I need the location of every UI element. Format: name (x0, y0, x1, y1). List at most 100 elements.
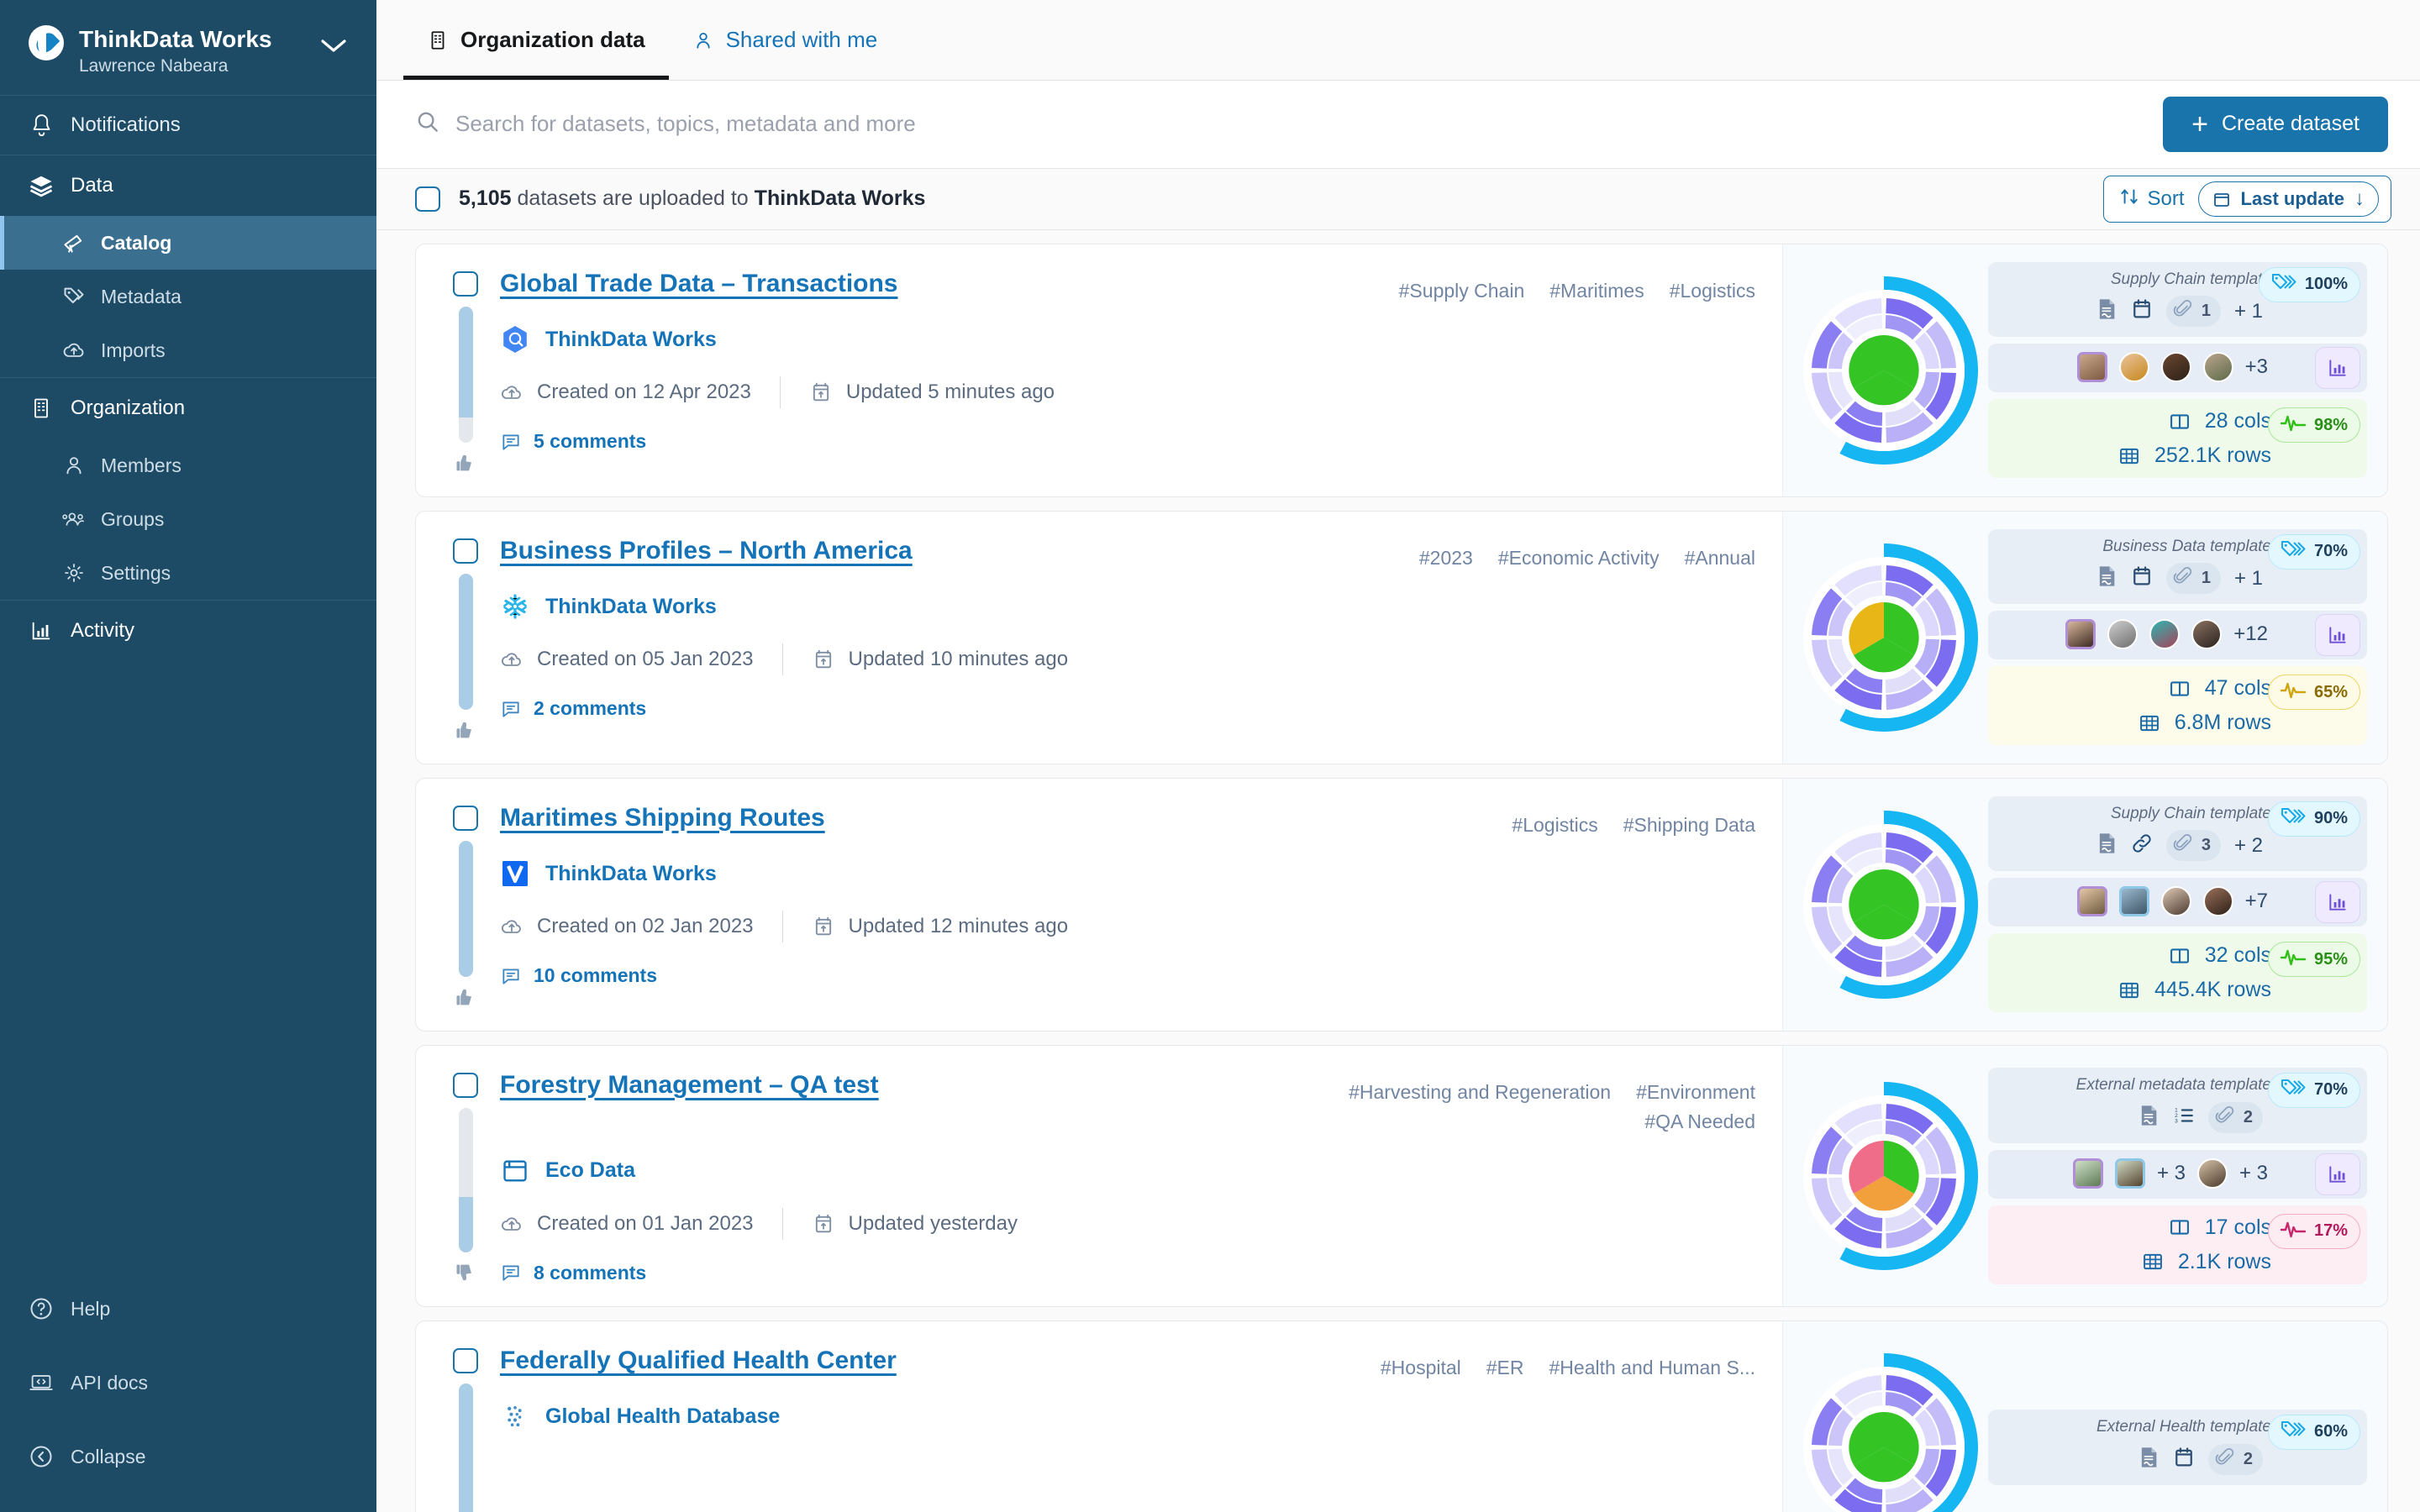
dataset-card[interactable]: Maritimes Shipping Routes #Logistics #Shi… (415, 777, 2388, 1032)
avatar[interactable] (2202, 886, 2233, 917)
comments-row[interactable]: 8 comments (500, 1262, 1782, 1284)
avatar[interactable] (2072, 1158, 2103, 1189)
template-completeness-badge[interactable]: 100% (2258, 266, 2360, 302)
dataset-tag[interactable]: #2023 (1419, 543, 1473, 574)
dataset-tag[interactable]: #ER (1486, 1353, 1524, 1383)
comments-row[interactable]: 10 comments (500, 964, 1782, 987)
dataset-list[interactable]: Global Trade Data – Transactions #Supply… (376, 229, 2420, 1512)
avatar[interactable] (2196, 1158, 2228, 1189)
avatar[interactable] (2107, 619, 2139, 650)
dataset-title-link[interactable]: Global Trade Data – Transactions (500, 270, 898, 298)
avatar-overflow-count[interactable]: + 3 (2157, 1162, 2186, 1185)
rating-bar[interactable] (458, 306, 473, 443)
chevron-down-icon[interactable] (321, 39, 346, 58)
create-dataset-button[interactable]: + Create dataset (2163, 96, 2388, 152)
sidebar-item-imports[interactable]: Imports (0, 323, 376, 377)
dataset-tag[interactable]: #Annual (1685, 543, 1755, 574)
avatar-overflow-count-2[interactable]: + 3 (2239, 1162, 2268, 1185)
dataset-card[interactable]: Federally Qualified Health Center #Hospi… (415, 1320, 2388, 1512)
health-badge[interactable]: 17% (2267, 1213, 2360, 1249)
dataset-checkbox[interactable] (453, 270, 478, 297)
avatar[interactable] (2076, 886, 2107, 917)
tab-organization-data[interactable]: Organization data (403, 0, 669, 80)
rating-bar[interactable] (458, 1383, 473, 1512)
thumbs-up-icon[interactable] (454, 718, 477, 742)
comments-row[interactable]: 5 comments (500, 430, 1782, 453)
avatar[interactable] (2076, 352, 2107, 383)
sidebar-item-notifications[interactable]: Notifications (0, 96, 376, 155)
dataset-source-row[interactable]: ThinkData Works (500, 858, 1782, 889)
template-completeness-badge[interactable]: 70% (2267, 1072, 2360, 1108)
avatar[interactable] (2118, 886, 2149, 917)
template-completeness-badge[interactable]: 90% (2267, 801, 2360, 837)
dataset-checkbox[interactable] (453, 538, 478, 564)
avatar[interactable] (2191, 619, 2223, 650)
search-input[interactable] (455, 111, 2164, 138)
sidebar-item-activity[interactable]: Activity (0, 601, 376, 661)
sort-value-pill[interactable]: Last update ↓ (2197, 181, 2379, 217)
sidebar-item-catalog[interactable]: Catalog (0, 216, 376, 270)
view-chart-button[interactable] (2315, 347, 2360, 390)
view-chart-button[interactable] (2315, 614, 2360, 657)
attachment-chip[interactable]: 1 (2165, 563, 2221, 595)
attachment-chip[interactable]: 2 (2207, 1443, 2263, 1475)
dataset-tag[interactable]: #QA Needed (1644, 1107, 1755, 1137)
dataset-tag[interactable]: #Economic Activity (1498, 543, 1660, 574)
sidebar-item-members[interactable]: Members (0, 438, 376, 492)
dataset-title-link[interactable]: Maritimes Shipping Routes (500, 804, 825, 832)
thumbs-up-icon[interactable] (454, 985, 477, 1009)
tab-shared-with-me[interactable]: Shared with me (669, 0, 902, 80)
extra-metadata-count[interactable]: + 2 (2234, 834, 2263, 858)
dataset-source-row[interactable]: ThinkData Works (500, 591, 1782, 622)
dataset-completeness-donut[interactable] (1783, 804, 1985, 1005)
dataset-tag[interactable]: #Environment (1636, 1078, 1755, 1108)
rating-bar[interactable] (458, 573, 473, 710)
comments-row[interactable]: 2 comments (500, 697, 1782, 720)
avatar[interactable] (2202, 352, 2233, 383)
thumbs-down-icon[interactable] (454, 1261, 477, 1284)
sidebar-item-collapse[interactable]: Collapse (0, 1420, 376, 1494)
sidebar-section-data[interactable]: Data (0, 155, 376, 216)
dataset-source-row[interactable]: ThinkData Works (500, 324, 1782, 354)
sidebar-item-metadata[interactable]: Metadata (0, 270, 376, 323)
dataset-checkbox[interactable] (453, 805, 478, 831)
rating-bar[interactable] (458, 1107, 473, 1252)
extra-metadata-count[interactable]: + 1 (2234, 300, 2263, 323)
avatar[interactable] (2160, 352, 2191, 383)
dataset-tag[interactable]: #Harvesting and Regeneration (1349, 1078, 1611, 1108)
dataset-title-link[interactable]: Federally Qualified Health Center (500, 1347, 897, 1375)
dataset-card[interactable]: Global Trade Data – Transactions #Supply… (415, 243, 2388, 497)
sidebar-item-help[interactable]: Help (0, 1272, 376, 1346)
view-chart-button[interactable] (2315, 1152, 2360, 1195)
attachment-chip[interactable]: 1 (2165, 296, 2221, 328)
dataset-card[interactable]: Forestry Management – QA test #Harvestin… (415, 1044, 2388, 1307)
dataset-tag[interactable]: #Supply Chain (1399, 276, 1525, 307)
dataset-checkbox[interactable] (453, 1072, 478, 1098)
dataset-completeness-donut[interactable] (1783, 537, 1985, 738)
sidebar-item-settings[interactable]: Settings (0, 546, 376, 600)
health-badge[interactable]: 98% (2267, 407, 2360, 444)
dataset-tag[interactable]: #Logistics (1512, 811, 1597, 841)
avatar[interactable] (2114, 1158, 2145, 1189)
thumbs-up-icon[interactable] (454, 451, 477, 475)
dataset-completeness-donut[interactable] (1783, 1075, 1985, 1277)
avatar[interactable] (2118, 352, 2149, 383)
sidebar-section-organization[interactable]: Organization (0, 378, 376, 438)
dataset-source-row[interactable]: Eco Data (500, 1156, 1782, 1186)
dataset-tag[interactable]: #Maritimes (1549, 276, 1644, 307)
rating-bar[interactable] (458, 840, 473, 977)
dataset-card[interactable]: Business Profiles – North America #2023 #… (415, 510, 2388, 764)
view-chart-button[interactable] (2315, 881, 2360, 924)
dataset-source-row[interactable]: Global Health Database (500, 1401, 1782, 1431)
health-badge[interactable]: 95% (2267, 942, 2360, 978)
dataset-checkbox[interactable] (453, 1347, 478, 1373)
sort-control[interactable]: Sort Last update ↓ (2102, 175, 2391, 223)
template-completeness-badge[interactable]: 70% (2267, 533, 2360, 570)
sidebar-item-api-docs[interactable]: API docs (0, 1346, 376, 1420)
dataset-tag[interactable]: #Logistics (1670, 276, 1755, 307)
dataset-tag[interactable]: #Hospital (1381, 1353, 1461, 1383)
avatar-overflow-count[interactable]: +3 (2245, 355, 2268, 379)
attachment-chip[interactable]: 2 (2207, 1101, 2263, 1133)
extra-metadata-count[interactable]: + 1 (2234, 567, 2263, 591)
health-badge[interactable]: 65% (2267, 675, 2360, 711)
